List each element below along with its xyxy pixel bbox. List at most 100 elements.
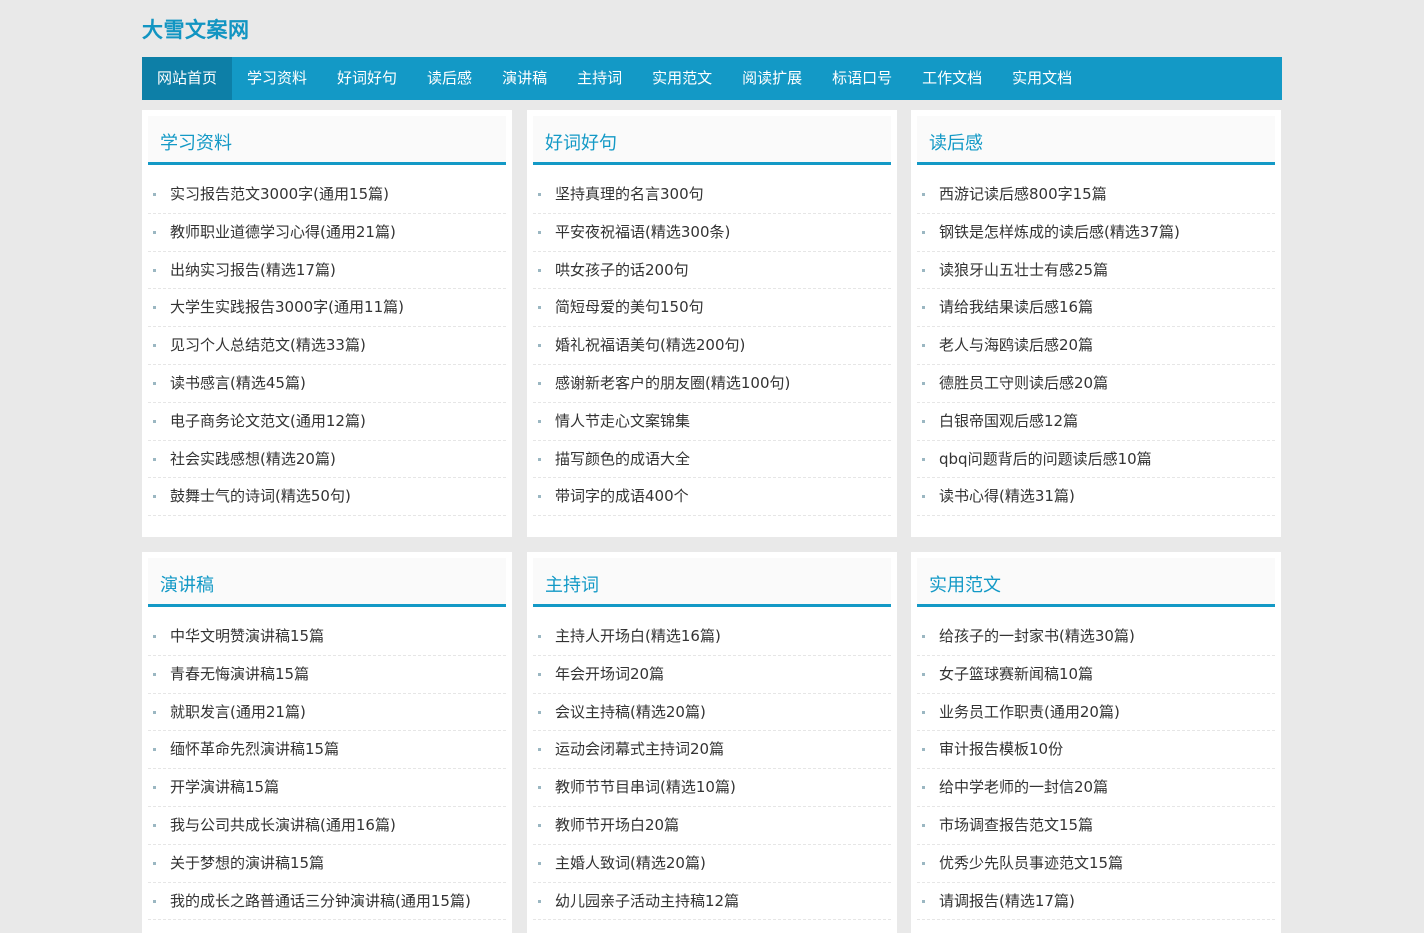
panel-header: 读后感 <box>917 116 1275 165</box>
article-link[interactable]: 情人节走心文案锦集 <box>533 403 891 441</box>
bullet-icon <box>922 899 925 903</box>
article-title: 年会开场词20篇 <box>555 664 665 683</box>
bullet-icon <box>922 306 925 310</box>
bullet-icon <box>538 823 541 827</box>
site-logo[interactable]: 大雪文案网 <box>142 14 250 44</box>
bullet-icon <box>153 710 156 714</box>
nav-item[interactable]: 实用文档 <box>997 57 1087 100</box>
article-link[interactable]: 优秀少先队员事迹范文15篇 <box>917 845 1275 883</box>
bullet-icon <box>153 635 156 638</box>
article-link[interactable]: 业务员工作职责(通用20篇) <box>917 694 1275 732</box>
panel-title[interactable]: 主持词 <box>545 571 599 597</box>
article-link[interactable]: 鼓舞士气的诗词(精选50句) <box>148 478 506 517</box>
category-panel: 实用范文给孩子的一封家书(精选30篇) 女子篮球赛新闻稿10篇业务员工作职责(通用… <box>911 552 1281 933</box>
article-link[interactable]: 给孩子的一封家书(精选30篇) <box>917 618 1275 656</box>
article-link[interactable]: 描写颜色的成语大全 <box>533 441 891 479</box>
panel-title[interactable]: 好词好句 <box>545 129 617 155</box>
article-link[interactable]: 请调报告(精选17篇) <box>917 883 1275 921</box>
article-link[interactable]: 缅怀革命先烈演讲稿15篇 <box>148 731 506 770</box>
nav-item[interactable]: 学习资料 <box>232 57 322 100</box>
article-link[interactable]: 感谢新老客户的朋友圈(精选100句) <box>533 365 891 403</box>
bullet-icon <box>922 635 925 638</box>
panel-title[interactable]: 学习资料 <box>160 129 232 155</box>
article-link[interactable]: 开学演讲稿15篇 <box>148 769 506 807</box>
article-title: 感谢新老客户的朋友圈(精选100句) <box>555 373 791 392</box>
article-link[interactable]: 女子篮球赛新闻稿10篇 <box>917 656 1275 694</box>
nav-item[interactable]: 实用范文 <box>637 57 727 100</box>
article-link[interactable]: 电子商务论文范文(通用12篇) <box>148 403 506 441</box>
bullet-icon <box>153 306 156 310</box>
nav-item-home[interactable]: 网站首页 <box>142 57 233 100</box>
article-link[interactable]: 坚持真理的名言300句 <box>533 176 891 214</box>
article-link[interactable]: 主持人开场白(精选16篇) <box>533 618 891 656</box>
article-link[interactable]: 大学生实践报告3000字(通用11篇) <box>148 289 506 328</box>
nav-item[interactable]: 标语口号 <box>817 57 907 100</box>
article-link[interactable]: 我的成长之路普通话三分钟演讲稿(通用15篇) <box>148 883 506 921</box>
nav-item[interactable]: 阅读扩展 <box>727 57 817 100</box>
bullet-icon <box>538 786 541 790</box>
bullet-icon <box>922 268 925 272</box>
article-link[interactable]: 主婚人致词(精选20篇) <box>533 845 891 883</box>
article-link[interactable]: 给中学老师的一封信20篇 <box>917 769 1275 807</box>
article-link[interactable]: 见习个人总结范文(精选33篇) <box>148 327 506 365</box>
nav-item[interactable]: 主持词 <box>562 57 637 100</box>
article-link[interactable]: 带词字的成语400个 <box>533 478 891 517</box>
bullet-icon <box>922 861 925 865</box>
bullet-icon <box>538 710 541 714</box>
article-title: 带词字的成语400个 <box>555 487 689 506</box>
article-link[interactable]: 出纳实习报告(精选17篇) <box>148 252 506 290</box>
article-link[interactable]: 运动会闭幕式主持词20篇 <box>533 731 891 770</box>
article-link[interactable]: 市场调查报告范文15篇 <box>917 807 1275 845</box>
category-panel: 好词好句坚持真理的名言300句 平安夜祝福语(精选300条) 哄女孩子的话200句简… <box>527 110 897 537</box>
article-link[interactable]: 读书感言(精选45篇) <box>148 365 506 403</box>
nav-item[interactable]: 读后感 <box>412 57 487 100</box>
article-link[interactable]: 中华文明赞演讲稿15篇 <box>148 618 506 656</box>
panel-title[interactable]: 演讲稿 <box>160 571 214 597</box>
nav-item[interactable]: 工作文档 <box>907 57 997 100</box>
article-link[interactable]: 西游记读后感800字15篇 <box>917 176 1275 214</box>
article-link[interactable]: 平安夜祝福语(精选300条) <box>533 214 891 252</box>
article-link[interactable]: 简短母爱的美句150句 <box>533 289 891 328</box>
article-link[interactable]: 年会开场词20篇 <box>533 656 891 694</box>
nav-item[interactable]: 演讲稿 <box>487 57 562 100</box>
article-link[interactable]: 教师节开场白20篇 <box>533 807 891 845</box>
bullet-icon <box>153 381 156 385</box>
article-link[interactable]: 关于梦想的演讲稿15篇 <box>148 845 506 883</box>
category-panel: 学习资料实习报告范文3000字(通用15篇) 教师职业道德学习心得(通用21篇) 出… <box>142 110 512 537</box>
bullet-icon <box>922 457 925 461</box>
article-link[interactable]: 老人与海鸥读后感20篇 <box>917 327 1275 365</box>
bullet-icon <box>922 748 925 752</box>
article-link[interactable]: 哄女孩子的话200句 <box>533 252 891 290</box>
article-link[interactable]: 青春无悔演讲稿15篇 <box>148 656 506 694</box>
article-list: 西游记读后感800字15篇 钢铁是怎样炼成的读后感(精选37篇) 读狼牙山五壮士有感… <box>917 176 1275 517</box>
article-list: 主持人开场白(精选16篇) 年会开场词20篇会议主持稿(精选20篇) 运动会闭幕式主… <box>533 618 891 921</box>
article-title: 主婚人致词(精选20篇) <box>555 853 706 872</box>
article-link[interactable]: 审计报告模板10份 <box>917 731 1275 770</box>
article-link[interactable]: 婚礼祝福语美句(精选200句) <box>533 327 891 365</box>
article-title: 就职发言(通用21篇) <box>170 702 306 721</box>
article-list: 实习报告范文3000字(通用15篇) 教师职业道德学习心得(通用21篇) 出纳实习报… <box>148 176 506 517</box>
article-title: 女子篮球赛新闻稿10篇 <box>939 664 1094 683</box>
bullet-icon <box>538 381 541 385</box>
panel-title[interactable]: 实用范文 <box>929 571 1001 597</box>
article-link[interactable]: qbq问题背后的问题读后感10篇 <box>917 441 1275 479</box>
article-link[interactable]: 我与公司共成长演讲稿(通用16篇) <box>148 807 506 845</box>
article-link[interactable]: 幼儿园亲子活动主持稿12篇 <box>533 883 891 921</box>
article-link[interactable]: 教师职业道德学习心得(通用21篇) <box>148 214 506 252</box>
article-link[interactable]: 就职发言(通用21篇) <box>148 694 506 732</box>
article-title: 社会实践感想(精选20篇) <box>170 449 336 468</box>
nav-item[interactable]: 好词好句 <box>322 57 412 100</box>
article-link[interactable]: 请给我结果读后感16篇 <box>917 289 1275 328</box>
bullet-icon <box>538 457 541 461</box>
article-link[interactable]: 读狼牙山五壮士有感25篇 <box>917 252 1275 290</box>
panel-title[interactable]: 读后感 <box>929 129 983 155</box>
article-link[interactable]: 德胜员工守则读后感20篇 <box>917 365 1275 403</box>
article-link[interactable]: 会议主持稿(精选20篇) <box>533 694 891 732</box>
bullet-icon <box>922 193 925 196</box>
article-link[interactable]: 钢铁是怎样炼成的读后感(精选37篇) <box>917 214 1275 252</box>
article-link[interactable]: 社会实践感想(精选20篇) <box>148 441 506 479</box>
article-link[interactable]: 读书心得(精选31篇) <box>917 478 1275 517</box>
article-link[interactable]: 教师节节目串词(精选10篇) <box>533 769 891 807</box>
article-link[interactable]: 白银帝国观后感12篇 <box>917 403 1275 441</box>
article-link[interactable]: 实习报告范文3000字(通用15篇) <box>148 176 506 214</box>
